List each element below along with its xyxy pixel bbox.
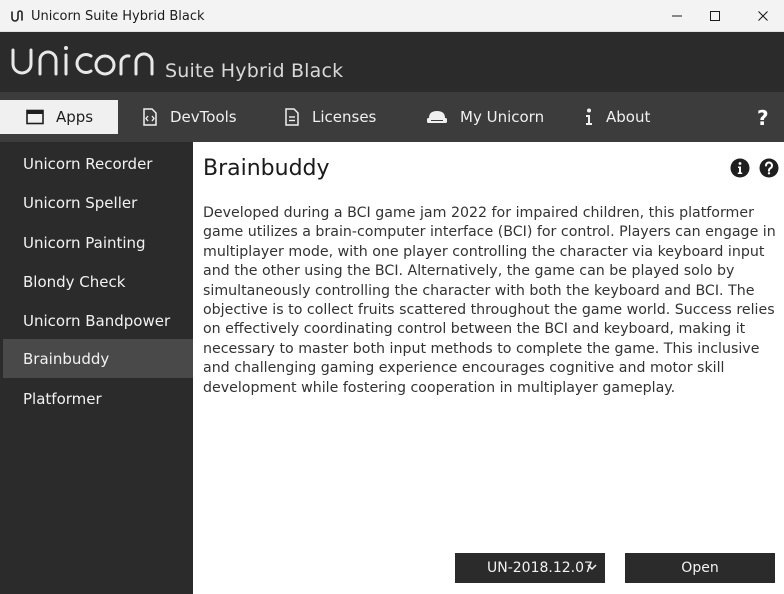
tab-label: Apps [56,108,94,126]
app-description: Developed during a BCI game jam 2022 for… [203,205,776,396]
maximize-icon [710,11,720,21]
minimize-icon [672,15,682,17]
tab-my-unicorn[interactable]: My Unicorn [426,100,544,134]
chevron-down-icon [587,564,597,571]
code-file-icon [142,108,158,126]
headset-device-icon [426,109,448,125]
sidebar-item-label: Platformer [23,389,102,408]
sidebar-item-unicorn-painting[interactable]: Unicorn Painting [3,223,193,262]
sidebar-item-unicorn-bandpower[interactable]: Unicorn Bandpower [3,301,193,340]
main-tab-bar: Apps DevTools Licenses My Unicorn About [0,92,784,142]
sidebar-item-brainbuddy[interactable]: Brainbuddy [3,339,193,378]
tab-apps[interactable]: Apps [0,100,118,134]
tab-label: My Unicorn [460,108,545,126]
help-icon[interactable] [759,158,779,178]
open-button[interactable]: Open [625,553,775,583]
sidebar-item-unicorn-speller[interactable]: Unicorn Speller [3,183,193,222]
version-value: UN-2018.12.07 [487,560,593,576]
help-button[interactable]: ? [757,106,769,130]
tab-label: DevTools [170,108,237,126]
tab-label: Licenses [312,108,377,126]
app-subtitle: Suite Hybrid Black [165,60,344,82]
window-title: Unicorn Suite Hybrid Black [31,9,205,24]
info-icon [584,108,594,126]
sidebar-item-label: Blondy Check [23,272,126,291]
sidebar-item-label: Unicorn Recorder [23,154,153,173]
maximize-button[interactable] [692,0,738,32]
tab-devtools[interactable]: DevTools [142,100,237,134]
tab-licenses[interactable]: Licenses [284,100,376,134]
app-list-sidebar: Unicorn Recorder Unicorn Speller Unicorn… [0,142,193,594]
tab-about[interactable]: About [584,100,650,134]
sidebar-item-unicorn-recorder[interactable]: Unicorn Recorder [3,144,193,183]
open-button-label: Open [681,560,719,576]
sidebar-item-blondy-check[interactable]: Blondy Check [3,262,193,301]
sidebar-item-label: Brainbuddy [23,349,110,368]
info-icon[interactable] [730,158,750,178]
app-header: Suite Hybrid Black [0,32,784,92]
sidebar-item-platformer[interactable]: Platformer [3,379,193,418]
unicorn-app-icon [11,10,23,22]
window-icon [26,109,44,125]
close-button[interactable] [740,0,784,32]
close-icon [758,11,768,21]
sidebar-item-label: Unicorn Painting [23,233,146,252]
app-detail-panel: Brainbuddy Developed during a BCI game j… [193,142,784,594]
tab-label: About [606,108,651,126]
title-bar: Unicorn Suite Hybrid Black [0,0,784,32]
version-dropdown[interactable]: UN-2018.12.07 [455,553,605,583]
sidebar-item-label: Unicorn Bandpower [23,311,171,330]
sidebar-item-label: Unicorn Speller [23,193,138,212]
document-icon [284,108,300,126]
app-title: Brainbuddy [203,156,330,181]
unicorn-logo [11,46,154,76]
